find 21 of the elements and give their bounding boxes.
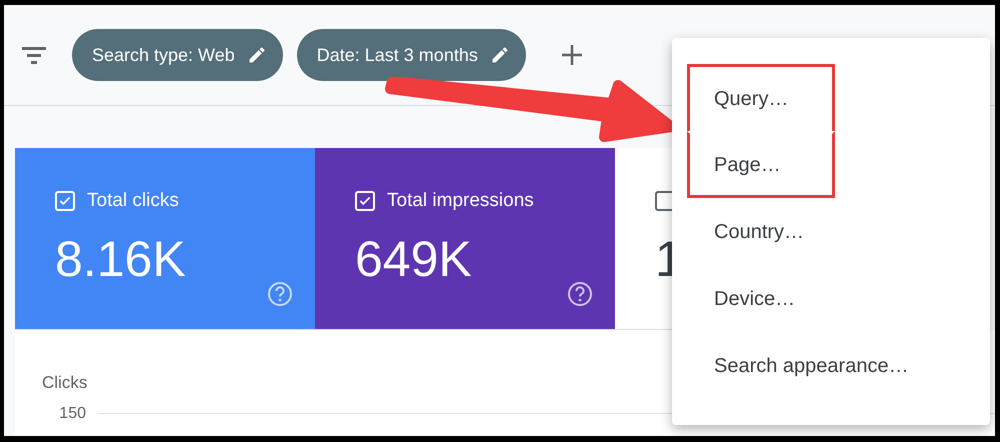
metric-value: 649K (355, 234, 472, 284)
menu-item[interactable]: Search appearance… (714, 350, 909, 380)
axis-label: Clicks (42, 372, 88, 394)
add-icon[interactable] (560, 43, 584, 67)
help-icon[interactable] (567, 281, 593, 307)
edit-icon (246, 45, 267, 65)
filter-chip[interactable]: Search type: Web (72, 29, 283, 81)
check-icon (358, 194, 372, 208)
metric-label: Total clicks (87, 188, 179, 213)
filter-icon[interactable] (20, 44, 48, 66)
edit-icon (490, 45, 510, 65)
metric-card[interactable]: Total clicks 8.16K (15, 148, 315, 330)
metric-value: 8.16K (55, 234, 186, 284)
metric-card[interactable]: Total impressions 649K (315, 148, 615, 330)
metric-label: Total impressions (387, 188, 534, 213)
menu-item[interactable]: Country… (714, 216, 804, 246)
help-icon[interactable] (267, 281, 293, 307)
filter-chip[interactable]: Date: Last 3 months (296, 29, 526, 81)
menu-item[interactable]: Device… (714, 284, 796, 314)
check-icon (58, 194, 72, 208)
axis-tick: 150 (58, 404, 86, 424)
